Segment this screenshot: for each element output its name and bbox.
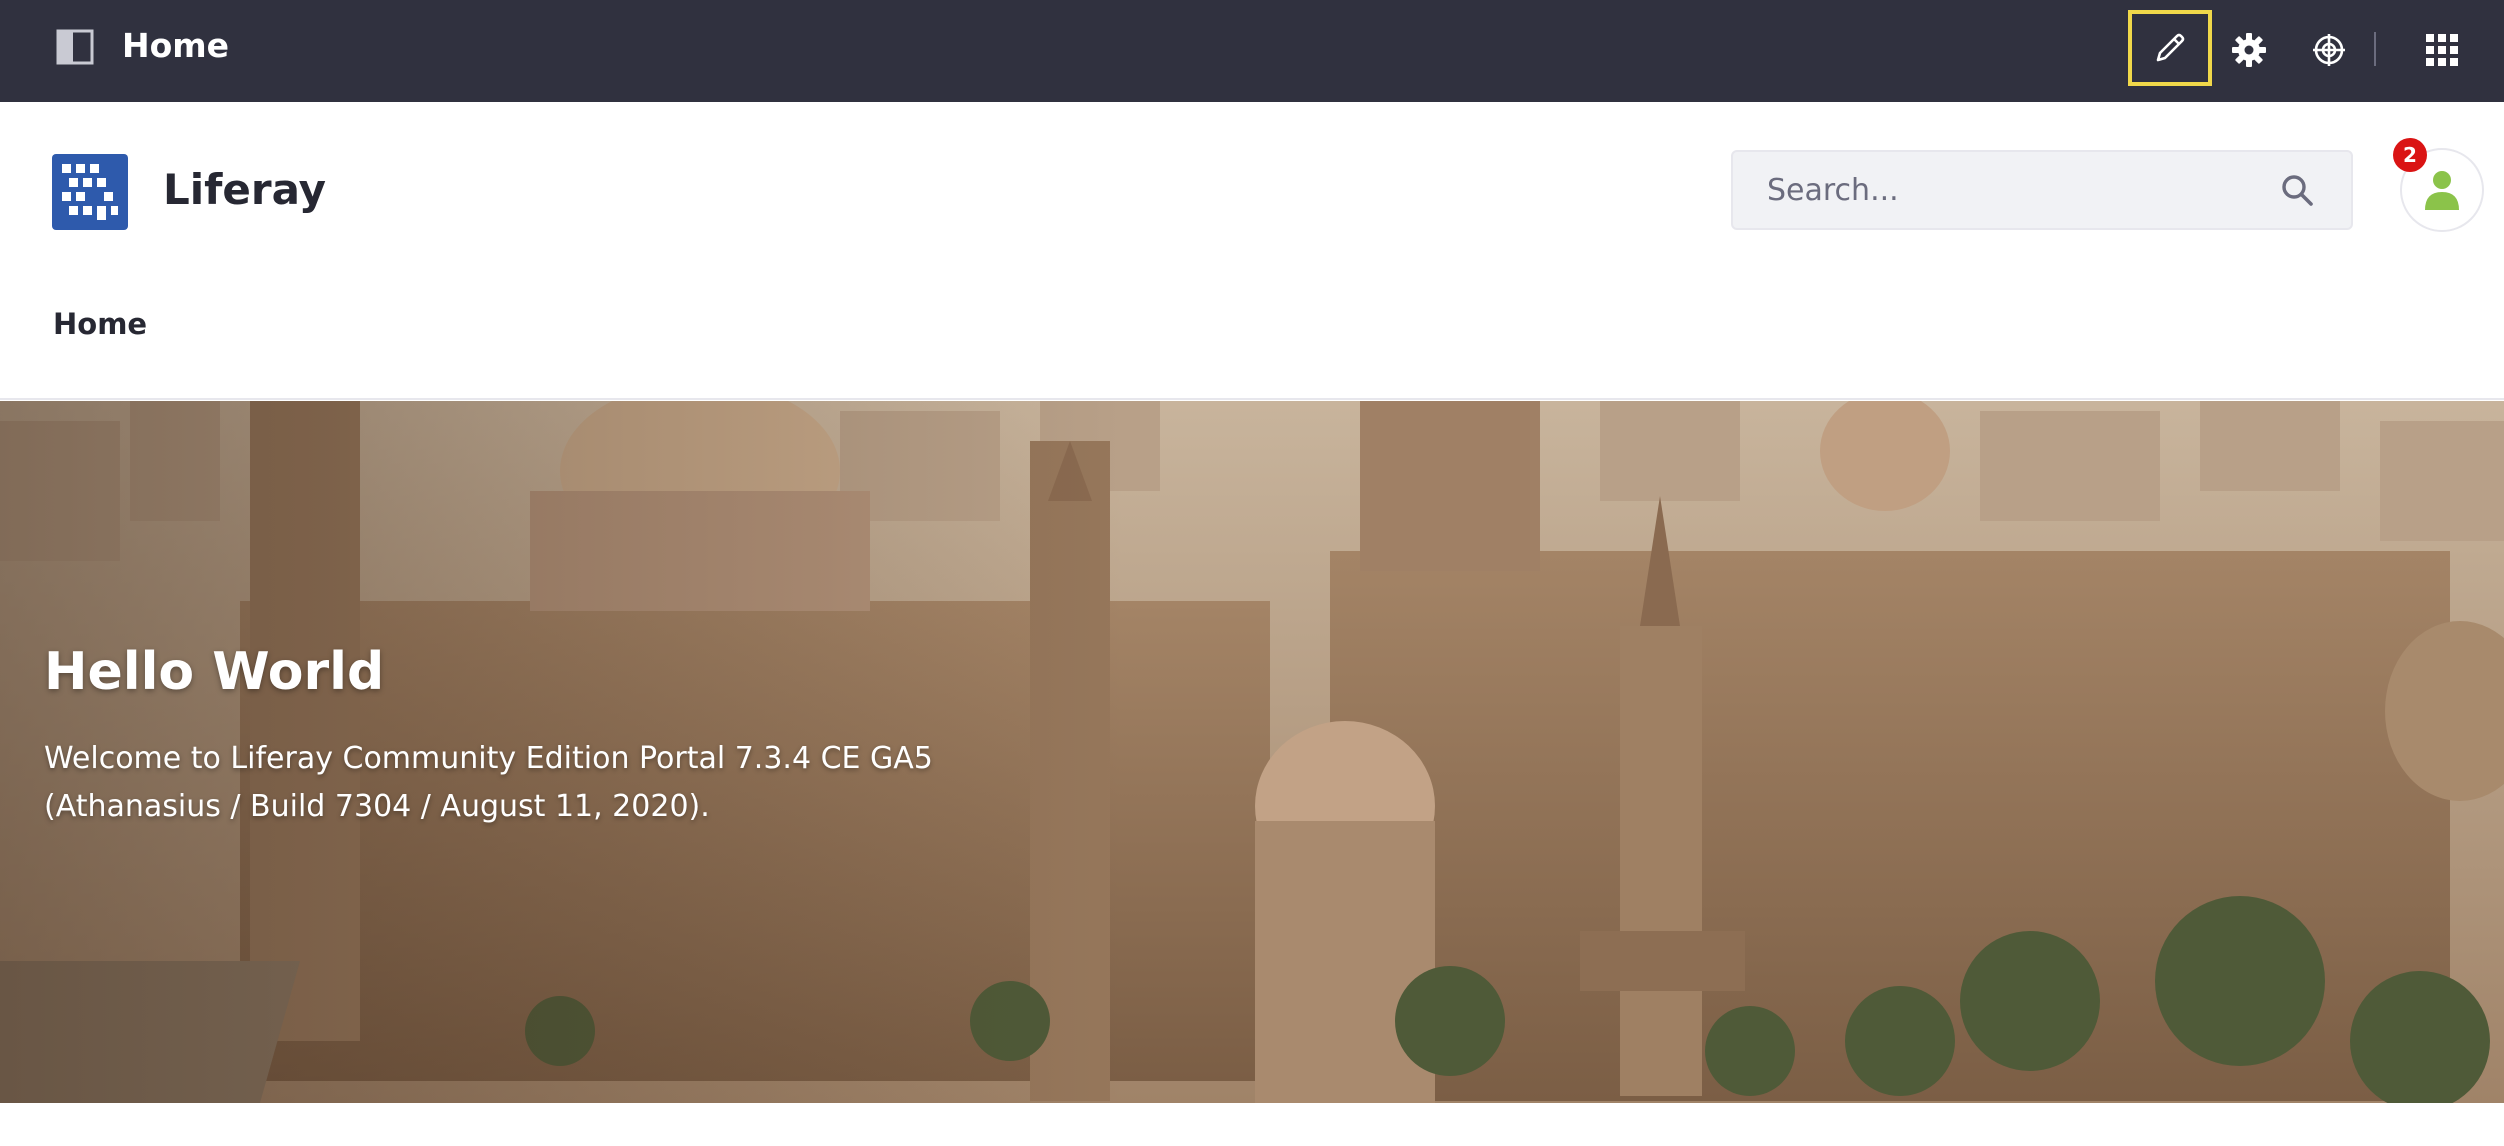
notification-badge: 2 [2393, 138, 2427, 172]
gear-icon [2232, 33, 2266, 67]
nav-item-home[interactable]: Home [53, 304, 147, 344]
banner-description: Welcome to Liferay Community Edition Por… [44, 735, 1044, 831]
site-header: Liferay 2 Home [0, 102, 2504, 400]
banner-description-line-2: (Athanasius / Build 7304 / August 11, 20… [44, 789, 710, 824]
site-logo[interactable] [52, 154, 128, 230]
simulation-target-icon [2313, 34, 2345, 66]
page-bottom-area [0, 1103, 2504, 1146]
configure-page-button[interactable] [2209, 15, 2289, 85]
user-icon [2425, 171, 2459, 210]
site-name[interactable]: Liferay [163, 160, 326, 220]
pencil-icon [2156, 33, 2185, 62]
banner-title: Hello World [44, 642, 385, 702]
simulation-button[interactable] [2289, 15, 2369, 85]
control-bar-divider [2374, 32, 2376, 66]
hero-banner: Hello World Welcome to Liferay Community… [0, 401, 2504, 1103]
banner-description-line-1: Welcome to Liferay Community Edition Por… [44, 741, 933, 776]
page-title: Home [122, 26, 230, 65]
site-navigation: Home [0, 292, 2504, 362]
control-bar: Home [0, 0, 2504, 102]
liferay-logo-icon [62, 164, 118, 220]
search-bar [1731, 150, 2353, 230]
product-menu-icon [56, 29, 94, 65]
search-button[interactable] [2277, 170, 2317, 210]
search-icon [2282, 175, 2313, 206]
search-input[interactable] [1765, 166, 2245, 214]
apps-grid-icon [2426, 34, 2458, 66]
applications-menu-button[interactable] [2402, 15, 2482, 85]
edit-button[interactable] [2128, 10, 2212, 86]
product-menu-toggle[interactable] [54, 26, 96, 68]
